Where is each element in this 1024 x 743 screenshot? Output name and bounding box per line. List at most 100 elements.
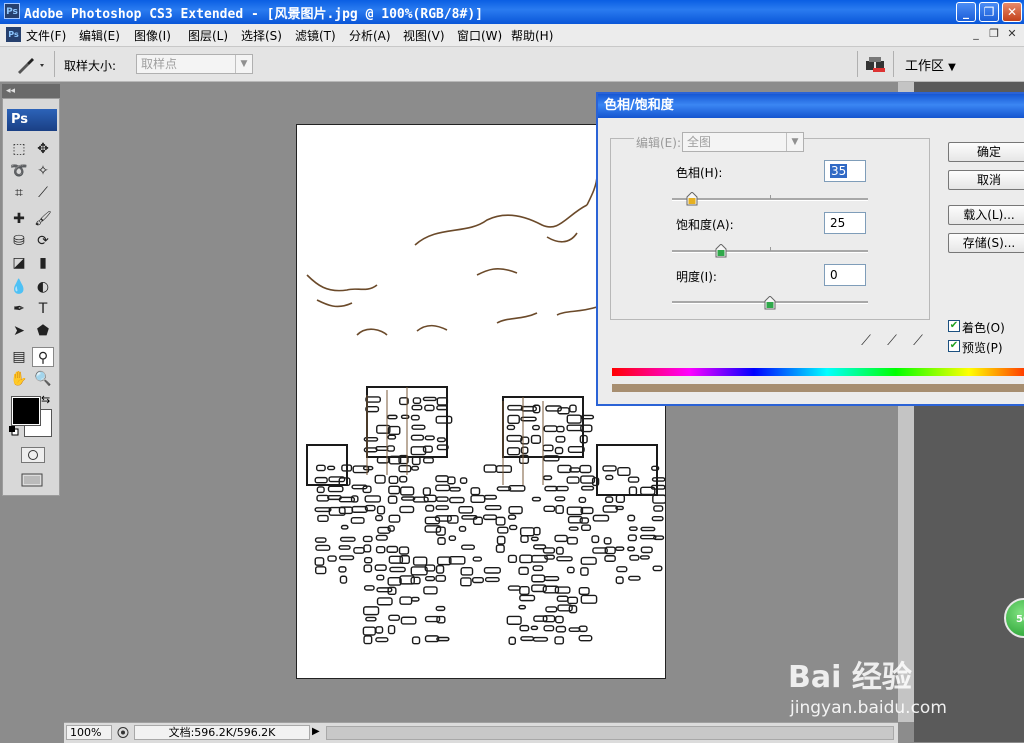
path-select-icon[interactable]: ➤ bbox=[8, 321, 30, 341]
options-separator bbox=[54, 51, 55, 77]
screen-mode-button[interactable] bbox=[21, 472, 45, 488]
shape-icon[interactable]: ⬟ bbox=[32, 321, 54, 341]
menu-help[interactable]: 帮助(H) bbox=[511, 27, 553, 44]
status-menu-arrow-icon[interactable]: ▶ bbox=[312, 726, 320, 737]
doc-minimize-button[interactable]: _ bbox=[968, 27, 984, 42]
preview-checkbox[interactable]: ✔ bbox=[948, 340, 960, 352]
lightness-label: 明度(I): bbox=[676, 270, 717, 284]
caret-down-icon: ▼ bbox=[948, 62, 956, 73]
zoom-level-field[interactable]: 100% bbox=[66, 725, 112, 740]
gradient-icon[interactable]: ▮ bbox=[32, 253, 54, 273]
restore-button[interactable]: ❐ bbox=[979, 2, 999, 22]
menu-file[interactable]: 文件(F) bbox=[26, 27, 66, 44]
type-icon[interactable]: T bbox=[32, 299, 54, 319]
stamp-icon[interactable]: ⛁ bbox=[8, 231, 30, 251]
slice-icon[interactable]: ⟋ bbox=[32, 183, 54, 203]
watermark: Bai 经验 jingyan.baidu.com bbox=[788, 634, 1024, 724]
palette-well-button[interactable] bbox=[864, 54, 888, 74]
hue-slider-thumb[interactable] bbox=[686, 191, 698, 206]
status-options-icon[interactable] bbox=[116, 726, 130, 739]
default-colors-icon[interactable] bbox=[9, 425, 19, 436]
saturation-slider-thumb[interactable] bbox=[715, 243, 727, 258]
zoom-icon[interactable]: 🔍 bbox=[32, 369, 54, 389]
magic-wand-icon[interactable]: ✧ bbox=[32, 161, 54, 181]
cancel-button[interactable]: 取消 bbox=[948, 170, 1024, 190]
blur-icon[interactable]: 💧 bbox=[8, 277, 30, 297]
chevron-down-icon: ▼ bbox=[235, 55, 252, 73]
lightness-input[interactable]: 0 bbox=[824, 264, 866, 286]
binoculars-icon bbox=[866, 57, 885, 72]
sample-size-label: 取样大小: bbox=[64, 59, 117, 73]
dodge-icon[interactable]: ◐ bbox=[32, 277, 54, 297]
eyedropper-minus-icon[interactable]: ⟋ bbox=[910, 332, 926, 350]
adjustment-group bbox=[610, 138, 930, 320]
save-button[interactable]: 存储(S)... bbox=[948, 233, 1024, 253]
history-brush-icon[interactable]: ⟳ bbox=[32, 231, 54, 251]
colorize-label: 着色(O) bbox=[962, 321, 1005, 335]
edit-label: 编辑(E): bbox=[634, 134, 683, 151]
saturation-input[interactable]: 25 bbox=[824, 212, 866, 234]
workspace-label: 工作区 bbox=[905, 59, 945, 74]
crop-icon[interactable]: ⌗ bbox=[8, 183, 30, 203]
dialog-title: 色相/饱和度 bbox=[598, 94, 1024, 118]
foreground-color-swatch[interactable] bbox=[11, 396, 41, 426]
lightness-slider-thumb[interactable] bbox=[764, 295, 776, 310]
edit-range-select[interactable]: 全图 ▼ bbox=[682, 132, 804, 152]
sample-size-select[interactable]: 取样点 ▼ bbox=[136, 54, 253, 74]
options-separator bbox=[893, 51, 894, 77]
lasso-icon[interactable]: ➰ bbox=[8, 161, 30, 181]
notes-icon[interactable]: ▤ bbox=[8, 347, 30, 367]
healing-icon[interactable]: ✚ bbox=[8, 209, 30, 229]
brush-icon[interactable]: 🖌 bbox=[32, 209, 54, 229]
pen-icon[interactable]: ✒ bbox=[8, 299, 30, 319]
ps-menu-icon[interactable]: Ps bbox=[6, 27, 21, 42]
hand-icon[interactable]: ✋ bbox=[8, 369, 30, 389]
minimize-button[interactable]: _ bbox=[956, 2, 976, 22]
watermark-logo: Bai 经验 bbox=[788, 660, 912, 695]
eyedropper-icon[interactable]: ⚲ bbox=[32, 347, 54, 367]
document-size: 文档:596.2K/596.2K bbox=[134, 725, 310, 740]
doc-restore-button[interactable]: ❐ bbox=[986, 27, 1002, 42]
saturation-label: 饱和度(A): bbox=[676, 218, 734, 232]
options-bar: 取样大小: 取样点 ▼ 工作区 ▼ bbox=[0, 47, 1024, 82]
edit-range-value: 全图 bbox=[687, 135, 712, 149]
menu-analysis[interactable]: 分析(A) bbox=[349, 27, 391, 44]
watermark-url: jingyan.baidu.com bbox=[790, 698, 947, 718]
window-title: Adobe Photoshop CS3 Extended - [风景图片.jpg… bbox=[24, 7, 483, 22]
menu-select[interactable]: 选择(S) bbox=[241, 27, 282, 44]
eraser-icon[interactable]: ◪ bbox=[8, 253, 30, 273]
menu-edit[interactable]: 编辑(E) bbox=[79, 27, 120, 44]
app-icon: Ps bbox=[4, 3, 20, 19]
doc-close-button[interactable]: ✕ bbox=[1004, 27, 1020, 42]
ok-button[interactable]: 确定 bbox=[948, 142, 1024, 162]
chevron-down-icon: ▼ bbox=[786, 133, 803, 151]
horizontal-scrollbar[interactable] bbox=[326, 726, 894, 740]
marquee-icon[interactable]: ⬚ bbox=[8, 139, 30, 159]
menu-layer[interactable]: 图层(L) bbox=[188, 27, 228, 44]
menu-filter[interactable]: 滤镜(T) bbox=[295, 27, 336, 44]
menu-window[interactable]: 窗口(W) bbox=[457, 27, 502, 44]
eyedropper-icon[interactable]: ⟋ bbox=[858, 332, 874, 350]
options-separator bbox=[857, 51, 858, 77]
hue-input[interactable]: 35 bbox=[824, 160, 866, 182]
close-button[interactable]: ✕ bbox=[1002, 2, 1022, 22]
output-color-bar bbox=[612, 384, 1024, 392]
menu-view[interactable]: 视图(V) bbox=[403, 27, 445, 44]
eyedropper-plus-icon[interactable]: ⟋ bbox=[884, 332, 900, 350]
workspace-menu[interactable]: 工作区 ▼ bbox=[905, 55, 956, 74]
quick-mask-icon bbox=[28, 450, 38, 460]
input-hue-bar bbox=[612, 368, 1024, 376]
load-button[interactable]: 载入(L)... bbox=[948, 205, 1024, 225]
saturation-slider-center-tick bbox=[770, 247, 771, 251]
hue-saturation-dialog: 色相/饱和度 编辑(E): 全图 ▼ 色相(H): 35 饱和度(A): 25 … bbox=[596, 92, 1024, 406]
quick-mask-button[interactable] bbox=[21, 447, 45, 463]
sample-size-value: 取样点 bbox=[141, 57, 178, 71]
move-icon[interactable]: ✥ bbox=[32, 139, 54, 159]
menu-image[interactable]: 图像(I) bbox=[134, 27, 171, 44]
hue-label: 色相(H): bbox=[676, 166, 723, 180]
swap-colors-icon[interactable]: ⇆ bbox=[41, 393, 50, 406]
tools-panel: Ps ⇆ ⬚ ✥ ➰ ✧ ⌗ ⟋ ✚ 🖌 ⛁ ⟳ ◪ ▮ 💧 ◐ ✒ T ➤ ⬟ ▤ ⚲ ✋ 🔍 bbox=[2, 98, 60, 496]
tools-panel-header[interactable]: ◂◂ bbox=[2, 84, 60, 98]
colorize-checkbox[interactable]: ✔ bbox=[948, 320, 960, 332]
tool-preset-picker[interactable] bbox=[14, 53, 48, 75]
